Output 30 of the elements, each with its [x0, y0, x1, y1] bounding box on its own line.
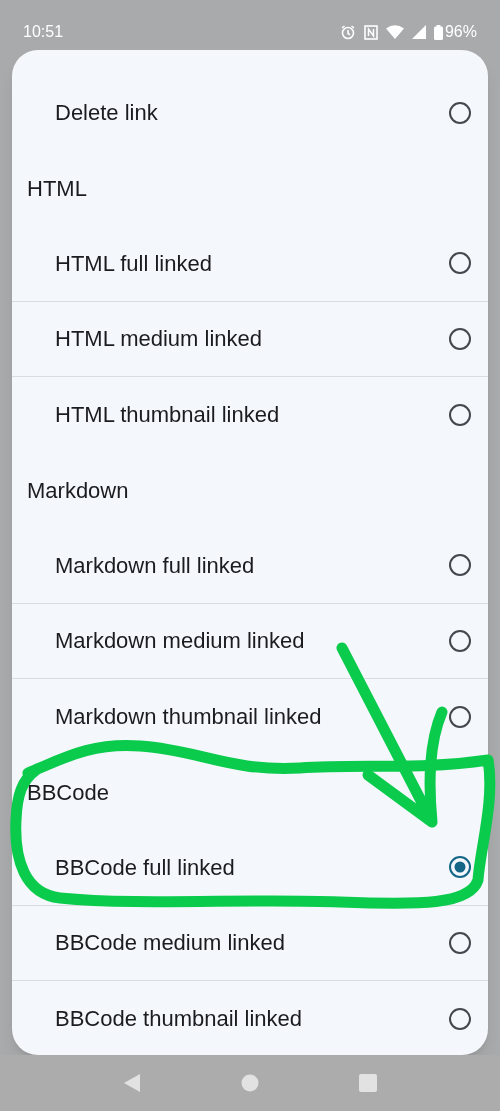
radio-option[interactable]: BBCode medium linked — [12, 905, 488, 981]
signal-icon — [411, 25, 426, 39]
radio-icon[interactable] — [448, 402, 472, 427]
radio-option[interactable]: Markdown full linked — [12, 528, 488, 604]
section-header: HTML — [27, 174, 87, 203]
radio-option[interactable]: Markdown medium linked — [12, 603, 488, 679]
radio-option[interactable]: HTML full linked — [12, 226, 488, 302]
battery-level: 96% — [444, 22, 477, 42]
status-time: 10:51 — [23, 22, 64, 42]
section-header: Markdown — [27, 476, 129, 505]
radio-icon[interactable] — [448, 326, 472, 351]
nfc-icon — [363, 24, 378, 40]
radio-icon[interactable] — [448, 628, 472, 653]
radio-option[interactable]: BBCode full linked — [12, 830, 488, 906]
radio-option[interactable]: HTML medium linked — [12, 301, 488, 377]
radio-icon[interactable] — [448, 930, 472, 955]
radio-icon[interactable] — [448, 100, 472, 125]
radio-option[interactable]: Delete link — [12, 75, 488, 151]
section-header: BBCode — [27, 778, 109, 807]
radio-option[interactable]: HTML thumbnail linked — [12, 377, 488, 453]
radio-option[interactable]: Markdown thumbnail linked — [12, 679, 488, 755]
radio-icon[interactable] — [448, 1006, 472, 1031]
radio-icon[interactable] — [448, 704, 472, 729]
radio-icon[interactable] — [448, 251, 472, 276]
battery-icon — [433, 24, 443, 40]
alarm-icon — [339, 24, 356, 40]
radio-option[interactable]: BBCode thumbnail linked — [12, 981, 488, 1055]
radio-icon[interactable] — [448, 855, 472, 880]
radio-icon[interactable] — [448, 553, 472, 578]
wifi-icon — [385, 25, 404, 39]
